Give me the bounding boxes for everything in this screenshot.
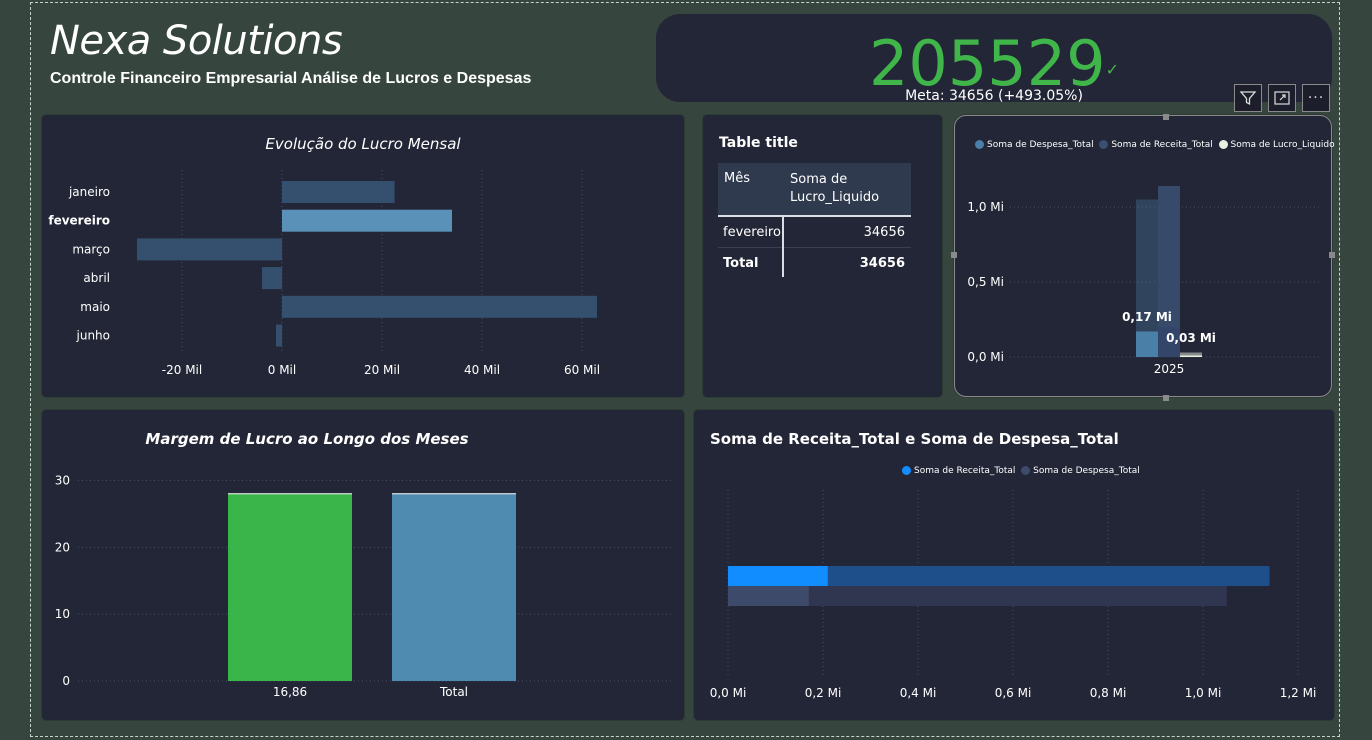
legend-dot (1218, 140, 1228, 149)
filter-button[interactable] (1234, 84, 1262, 112)
legend-item-despesa[interactable]: Soma de Despesa_Total (975, 140, 1094, 150)
y-tick-label: janeiro (68, 185, 110, 199)
table-header-row: Mês Soma de Lucro_Liquido (718, 163, 911, 217)
bar-margem (228, 493, 352, 681)
bar-despesa-highlight (1136, 331, 1158, 357)
y-tick-label: 1,0 Mi (967, 200, 1004, 214)
bar-receita-highlight (728, 566, 828, 586)
table-total-row: Total 34656 (718, 248, 911, 278)
y-tick-label: 0,0 Mi (967, 350, 1004, 364)
resize-handle[interactable] (951, 252, 957, 258)
bar-junho (276, 324, 282, 347)
data-label: 0,03 Mi (1166, 331, 1216, 345)
table-total-label: Total (723, 256, 759, 271)
y-tick-label: 0 (62, 674, 70, 688)
y-tick-label: 20 (55, 540, 70, 554)
bar-fevereiro (282, 209, 452, 232)
legend-dot (1099, 140, 1109, 149)
bar-despesa-highlight (728, 586, 809, 606)
resize-handle[interactable] (1329, 252, 1335, 258)
legend-item-lucro[interactable]: Soma de Lucro_Liquido (1218, 140, 1335, 150)
x-tick-label: 0,4 Mi (900, 686, 937, 700)
column-chart-legend: Soma de Despesa_Total Soma de Receita_To… (975, 140, 1335, 150)
receita-despesa-chart: 0,0 Mi 0,2 Mi 0,4 Mi 0,6 Mi 0,8 Mi 1,0 Mi 1,2 … (710, 490, 1317, 700)
more-options-button[interactable]: ··· (1302, 84, 1330, 112)
bar-março (137, 238, 282, 261)
focus-mode-icon (1274, 91, 1290, 105)
y-tick-label: abril (83, 271, 110, 285)
resize-handle[interactable] (1163, 114, 1169, 120)
x-tick-label: 16,86 (273, 685, 307, 699)
filter-icon (1239, 91, 1257, 106)
resize-handle[interactable] (1163, 395, 1169, 401)
column-chart: 0,0 Mi 0,5 Mi 1,0 Mi 0,17 Mi 0,03 Mi 2025 (967, 186, 1322, 376)
x-tick-label: 1,0 Mi (1185, 686, 1222, 700)
x-tick-label: 40 Mil (464, 363, 500, 377)
x-tick-label: 1,2 Mi (1280, 686, 1317, 700)
x-tick-label: 60 Mil (564, 363, 600, 377)
y-tick-label: 0,5 Mi (967, 275, 1004, 289)
y-tick-label: junho (76, 329, 111, 343)
x-tick-label: 0,6 Mi (995, 686, 1032, 700)
y-tick-label: 30 (55, 473, 70, 487)
margem-panel[interactable]: Margem de Lucro ao Longo dos Meses 0 10 20… (42, 410, 684, 720)
check-icon: ✓ (1105, 60, 1120, 79)
x-tick-label: 20 Mil (364, 363, 400, 377)
bar-janeiro (282, 181, 395, 203)
table-title: Table title (719, 135, 798, 151)
x-tick-label: 0 Mil (268, 363, 296, 377)
bar-lucro-highlight (1180, 355, 1202, 357)
table-row[interactable]: fevereiro 34656 (718, 217, 911, 277)
lucro-mensal-panel[interactable]: Evolução do Lucro Mensal -20 Mil 0 Mil 20 … (42, 115, 684, 397)
y-tick-label: maio (80, 300, 110, 314)
bar-total (392, 493, 516, 681)
bar-abril (262, 267, 282, 290)
profit-table[interactable]: Mês Soma de Lucro_Liquido fevereiro 3465… (718, 163, 911, 278)
data-label: 0,17 Mi (1122, 310, 1172, 324)
more-icon: ··· (1307, 90, 1325, 106)
table-cell-profit: 34656 (863, 225, 905, 240)
y-tick-label: 10 (55, 607, 70, 621)
x-tick-label: 0,8 Mi (1090, 686, 1127, 700)
lucro-mensal-chart: -20 Mil 0 Mil 20 Mil 40 Mil 60 Mil janeiro fev… (48, 170, 600, 377)
x-tick-label: 2025 (1154, 362, 1185, 376)
x-tick-label: 0,2 Mi (805, 686, 842, 700)
legend-item-receita[interactable]: Soma de Receita_Total (1099, 140, 1213, 150)
table-header-profit[interactable]: Soma de Lucro_Liquido (790, 171, 900, 207)
margem-chart: 0 10 20 30 16,86 Total (55, 473, 672, 699)
kpi-card[interactable]: 205529✓ Meta: 34656 (+493.05%) (656, 14, 1332, 104)
table-total-value: 34656 (859, 256, 905, 271)
table-header-month[interactable]: Mês (724, 171, 750, 186)
x-tick-label: -20 Mil (162, 363, 202, 377)
table-cell-month: fevereiro (723, 225, 781, 240)
company-title: Nexa Solutions (50, 18, 343, 64)
receita-despesa-panel[interactable]: Soma de Receita_Total e Soma de Despesa_… (694, 410, 1334, 720)
focus-mode-button[interactable] (1268, 84, 1296, 112)
x-tick-label: 0,0 Mi (710, 686, 747, 700)
column-chart-panel[interactable]: 0,0 Mi 0,5 Mi 1,0 Mi 0,17 Mi 0,03 Mi 2025 Som… (954, 115, 1335, 397)
bar-maio (282, 295, 597, 318)
y-tick-label: março (72, 242, 110, 256)
x-tick-label: Total (439, 685, 468, 699)
y-tick-label: fevereiro (48, 214, 110, 228)
legend-dot (975, 140, 984, 149)
report-subtitle: Controle Financeiro Empresarial Análise … (50, 70, 532, 87)
kpi-goal: Meta: 34656 (+493.05%) (905, 88, 1083, 104)
